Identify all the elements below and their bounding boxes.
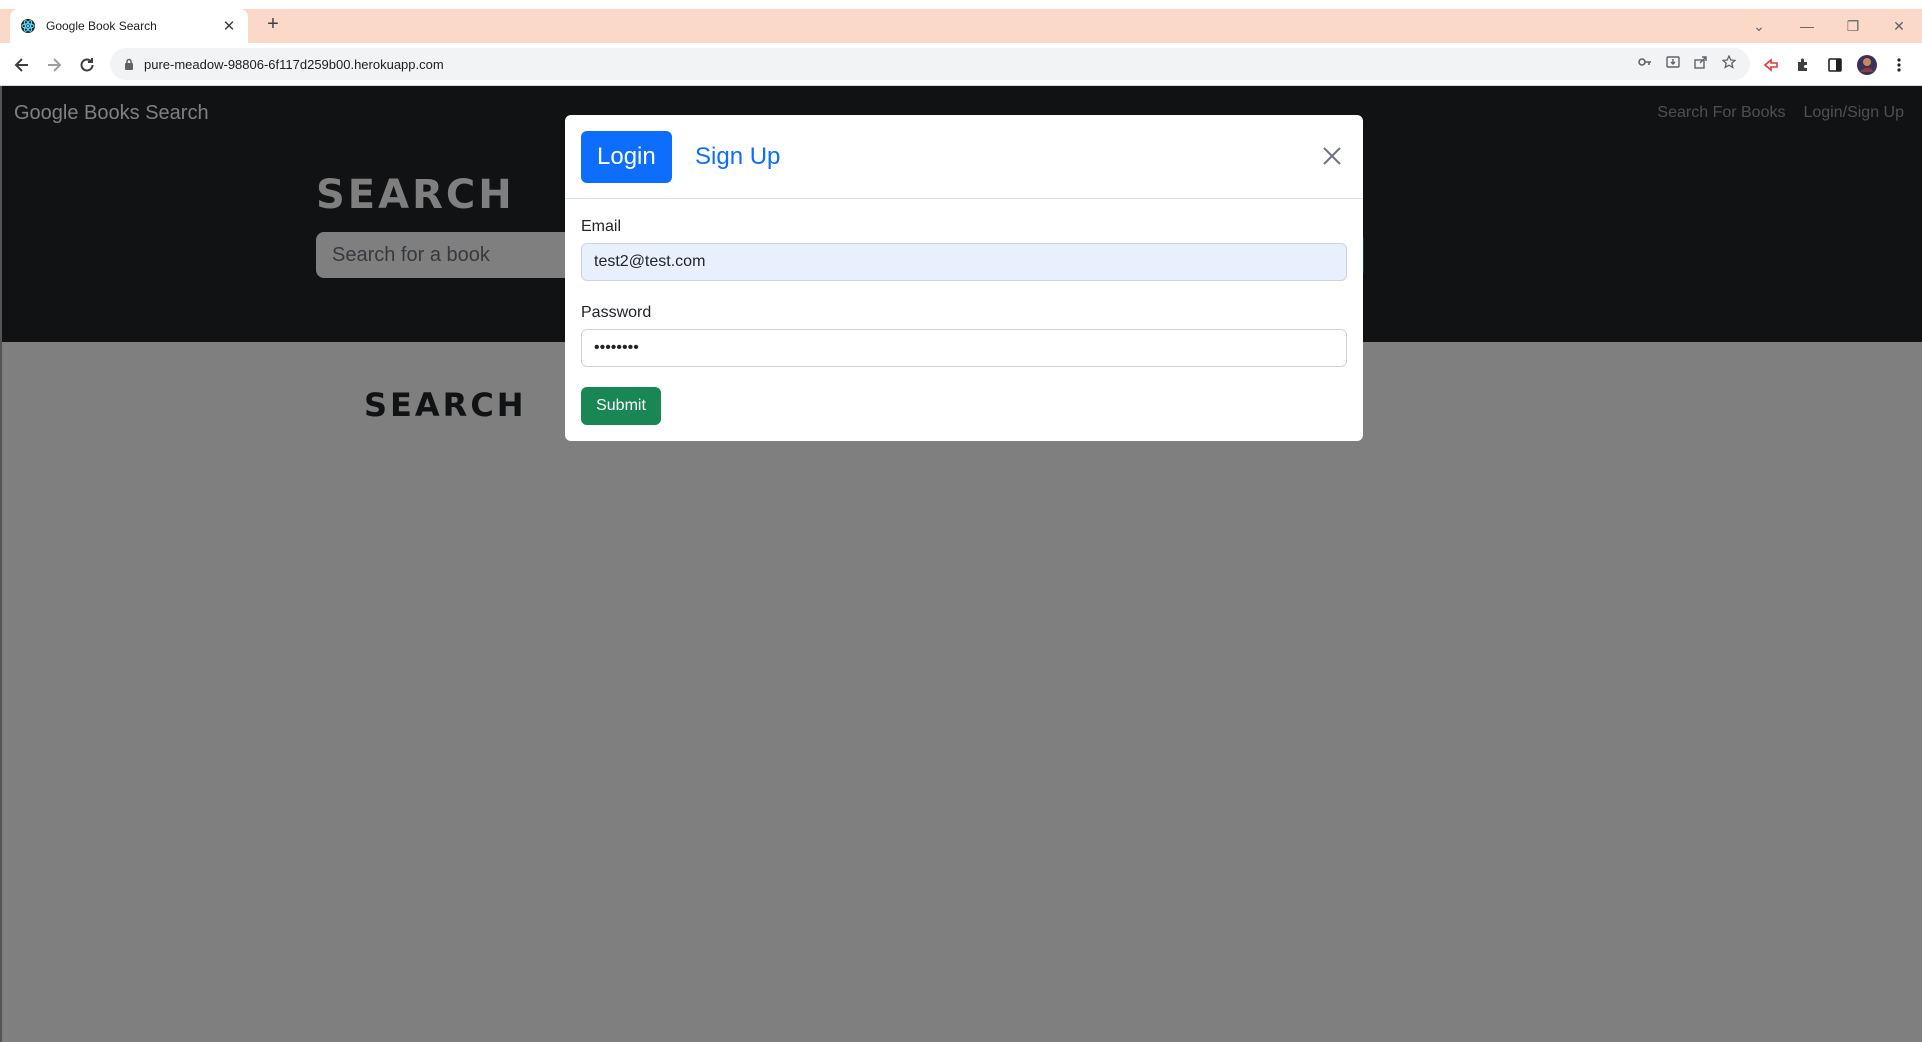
url-text: pure-meadow-98806-6f117d259b00.herokuapp… bbox=[144, 56, 444, 72]
minimize-icon[interactable]: — bbox=[1784, 9, 1830, 43]
password-field[interactable]: •••••••• bbox=[581, 329, 1347, 367]
profile-avatar-icon[interactable] bbox=[1856, 54, 1878, 76]
email-label: Email bbox=[581, 218, 622, 235]
puzzle-extensions-icon[interactable] bbox=[1792, 54, 1814, 76]
more-menu-icon[interactable] bbox=[1888, 54, 1910, 76]
page: Google Books Search Search For Books Log… bbox=[0, 86, 1922, 1042]
restore-icon[interactable]: ❐ bbox=[1830, 9, 1876, 43]
submit-button[interactable]: Submit bbox=[581, 387, 661, 425]
forward-icon[interactable] bbox=[40, 51, 68, 79]
tab-title: Google Book Search bbox=[46, 19, 157, 33]
close-tab-icon[interactable]: ✕ bbox=[220, 17, 238, 35]
react-favicon-icon bbox=[20, 18, 36, 34]
new-tab-button[interactable]: + bbox=[262, 13, 284, 35]
address-bar[interactable]: pure-meadow-98806-6f117d259b00.herokuapp… bbox=[110, 48, 1750, 80]
login-modal: Login Sign Up Email test2@test.com Passw… bbox=[565, 115, 1363, 441]
browser-chrome: Google Book Search ✕ + ⌄ — ❐ ✕ pure-mead… bbox=[0, 0, 1922, 86]
tab-signup[interactable]: Sign Up bbox=[679, 131, 796, 183]
lock-icon bbox=[124, 58, 134, 70]
modal-header: Login Sign Up bbox=[565, 115, 1363, 199]
email-field[interactable]: test2@test.com bbox=[581, 243, 1347, 281]
close-window-icon[interactable]: ✕ bbox=[1876, 9, 1922, 43]
reload-icon[interactable] bbox=[73, 51, 101, 79]
password-label: Password bbox=[581, 304, 652, 321]
tab-strip: Google Book Search ✕ + ⌄ — ❐ ✕ bbox=[0, 0, 1922, 43]
install-icon[interactable] bbox=[1666, 55, 1680, 74]
share-icon[interactable] bbox=[1694, 55, 1708, 74]
key-icon[interactable] bbox=[1638, 55, 1652, 74]
close-icon[interactable] bbox=[1321, 145, 1343, 167]
back-icon[interactable] bbox=[8, 51, 36, 79]
side-panel-icon[interactable] bbox=[1824, 54, 1846, 76]
bookmark-star-icon[interactable] bbox=[1721, 53, 1737, 74]
tab-login[interactable]: Login bbox=[581, 131, 672, 183]
extension-red-icon[interactable] bbox=[1760, 54, 1782, 76]
browser-toolbar: pure-meadow-98806-6f117d259b00.herokuapp… bbox=[0, 43, 1922, 86]
tab-search-icon[interactable]: ⌄ bbox=[1736, 9, 1782, 43]
browser-tab[interactable]: Google Book Search ✕ bbox=[10, 9, 248, 43]
